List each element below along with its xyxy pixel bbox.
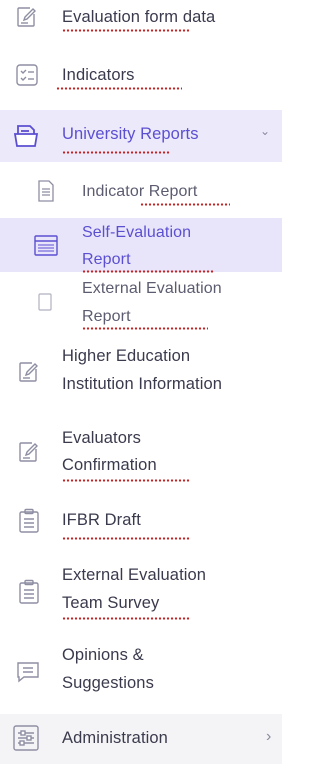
sidebar-subitem-label: Self-Evaluation	[82, 224, 192, 241]
sidebar-item-higher-education-institution-information[interactable]: Higher Education Institution Information	[0, 340, 282, 402]
spellcheck-underline	[82, 327, 208, 330]
sidebar-item-ifbr-draft[interactable]: IFBR Draft	[0, 500, 282, 546]
spellcheck-underline	[140, 203, 230, 206]
sidebar-subitem-self-evaluation-report[interactable]: Self-Evaluation Report	[0, 218, 282, 273]
chevron-right-icon: ›	[266, 728, 272, 745]
blank-document-icon	[38, 293, 52, 311]
sidebar-item-evaluation-form-data[interactable]: Evaluation form data	[0, 0, 282, 36]
spellcheck-underline	[56, 87, 182, 90]
sidebar-menu: Evaluation form data Indicators Universi…	[0, 0, 282, 764]
spellcheck-underline	[62, 537, 190, 540]
sidebar-item-indicators[interactable]: Indicators	[0, 56, 282, 96]
sidebar-item-label: Indicators	[62, 66, 135, 84]
sidebar-subitem-indicator-report[interactable]: Indicator Report	[0, 174, 282, 210]
sidebar-item-label: Evaluation form data	[62, 8, 216, 26]
sidebar-item-label: External Evaluation	[62, 566, 207, 584]
sidebar-subitem-label: External Evaluation	[82, 280, 222, 297]
sidebar-subitem-label-line2: Report	[82, 251, 131, 268]
sidebar-item-label-line2: Suggestions	[62, 674, 154, 692]
sidebar-item-university-reports[interactable]: University Reports ⌄	[0, 110, 282, 162]
spellcheck-underline	[82, 270, 214, 273]
sidebar-item-evaluators-confirmation[interactable]: Evaluators Confirmation	[0, 420, 282, 490]
sidebar-item-label-line2: Confirmation	[62, 456, 157, 474]
sidebar-subitem-label-line2: Report	[82, 308, 131, 325]
clipboard-list-icon	[18, 579, 40, 605]
sidebar-item-label: Opinions &	[62, 646, 144, 664]
calendar-report-icon	[33, 233, 59, 257]
sidebar-subitem-external-evaluation-report[interactable]: External Evaluation Report	[0, 276, 282, 332]
spellcheck-underline	[62, 479, 190, 482]
sidebar-item-label: Higher Education	[62, 347, 191, 365]
spellcheck-underline	[62, 151, 170, 154]
sidebar-item-label: IFBR Draft	[62, 511, 141, 529]
settings-sliders-icon	[12, 724, 40, 752]
spellcheck-underline	[62, 29, 189, 32]
edit-document-icon	[14, 5, 38, 29]
sidebar-item-label: Administration	[62, 729, 168, 747]
sidebar-subitem-label: Indicator Report	[82, 183, 198, 200]
sidebar-item-label: Evaluators	[62, 429, 141, 447]
sidebar-item-opinions-suggestions[interactable]: Opinions & Suggestions	[0, 640, 282, 702]
message-icon	[15, 660, 41, 684]
spellcheck-underline	[62, 617, 190, 620]
reports-folder-icon	[12, 122, 40, 150]
checklist-icon	[14, 62, 40, 88]
sidebar-item-label: University Reports	[62, 125, 199, 143]
edit-document-icon	[16, 440, 40, 464]
sidebar-item-label-line2: Institution Information	[62, 375, 223, 393]
edit-document-icon	[16, 360, 40, 384]
sidebar-item-administration[interactable]: Administration ›	[0, 714, 282, 764]
sidebar-item-external-evaluation-team-survey[interactable]: External Evaluation Team Survey	[0, 560, 282, 626]
chevron-down-icon: ⌄	[260, 124, 271, 138]
clipboard-list-icon	[18, 508, 40, 534]
sidebar-item-label-line2: Team Survey	[62, 594, 160, 612]
document-icon	[37, 180, 55, 202]
